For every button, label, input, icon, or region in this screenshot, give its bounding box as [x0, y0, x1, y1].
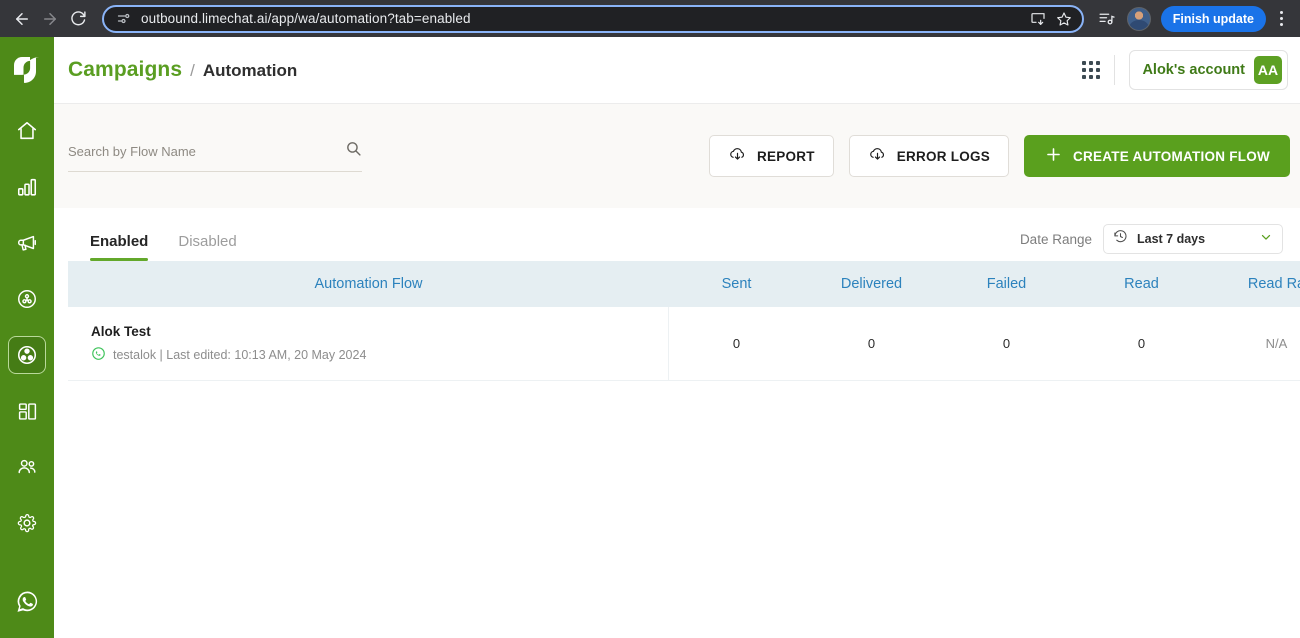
cell-read: 0	[1074, 307, 1209, 380]
sidebar-item-campaigns[interactable]	[8, 224, 46, 262]
cell-read-rate: N/A	[1209, 307, 1300, 380]
browser-actions: Finish update	[1093, 5, 1292, 33]
report-button-label: REPORT	[756, 148, 815, 164]
tab-list: Enabled Disabled	[90, 233, 237, 261]
cell-failed: 0	[939, 307, 1074, 380]
avatar: AA	[1254, 56, 1282, 84]
card-toolbar: Enabled Disabled Date Range Last 7 days	[68, 208, 1300, 261]
media-playlist-icon[interactable]	[1093, 5, 1121, 33]
cloud-download-icon	[868, 145, 887, 167]
layout-dashboard-icon	[17, 401, 38, 422]
page-title: Automation	[202, 61, 298, 80]
header-divider	[1114, 55, 1116, 85]
whatsapp-icon	[15, 589, 40, 614]
home-icon	[16, 120, 38, 142]
finish-update-button[interactable]: Finish update	[1160, 5, 1266, 32]
automation-card: Enabled Disabled Date Range Last 7 days	[68, 208, 1300, 638]
journey-circle-icon	[16, 288, 38, 310]
toolbar-actions: REPORT ERROR LOGS CREATE AUTOMATION FLOW	[708, 135, 1290, 177]
create-automation-flow-label: CREATE AUTOMATION FLOW	[1073, 148, 1270, 164]
date-range-control: Date Range Last 7 days	[1020, 224, 1283, 254]
sidebar-item-audience[interactable]	[8, 448, 46, 486]
flow-name-cell[interactable]: Alok Test testalok | Last edited: 10:13 …	[68, 307, 669, 380]
sidebar	[0, 37, 54, 638]
sidebar-item-whatsapp[interactable]	[8, 582, 46, 620]
bar-chart-icon	[16, 176, 38, 198]
sidebar-item-home[interactable]	[8, 112, 46, 150]
tab-enabled[interactable]: Enabled	[90, 233, 149, 261]
column-header-read-rate[interactable]: Read Ra	[1209, 276, 1300, 292]
sidebar-item-analytics[interactable]	[8, 168, 46, 206]
sent-value: 0	[732, 336, 741, 351]
read-rate-value: N/A	[1265, 336, 1288, 351]
cloud-download-icon	[728, 145, 747, 167]
search-field-wrapper[interactable]	[68, 140, 362, 172]
sidebar-item-templates[interactable]	[8, 392, 46, 430]
toolbar: REPORT ERROR LOGS CREATE AUTOMATION FLOW	[54, 104, 1300, 208]
install-app-icon[interactable]	[1030, 11, 1046, 27]
plus-icon	[1044, 145, 1063, 167]
flow-name: Alok Test	[91, 323, 151, 339]
browser-profile-avatar[interactable]	[1126, 6, 1151, 31]
column-header-automation-flow[interactable]: Automation Flow	[68, 276, 669, 292]
address-bar[interactable]: outbound.limechat.ai/app/wa/automation?t…	[102, 4, 1084, 33]
browser-toolbar: outbound.limechat.ai/app/wa/automation?t…	[0, 0, 1300, 37]
breadcrumb: Campaigns / Automation	[68, 58, 297, 82]
create-automation-flow-button[interactable]: CREATE AUTOMATION FLOW	[1024, 135, 1290, 177]
sidebar-item-automation[interactable]	[8, 336, 46, 374]
history-clock-icon	[1113, 229, 1128, 249]
megaphone-icon	[16, 232, 38, 254]
table-header-row: Automation Flow Sent Delivered Failed Re…	[68, 261, 1300, 307]
application-root: Campaigns / Automation Alok's account AA	[0, 37, 1300, 638]
browser-reload-button[interactable]	[64, 5, 92, 33]
browser-menu-icon[interactable]	[1270, 11, 1292, 26]
delivered-value: 0	[867, 336, 876, 351]
flow-meta: testalok | Last edited: 10:13 AM, 20 May…	[91, 346, 668, 364]
browser-forward-button[interactable]	[36, 5, 64, 33]
site-settings-icon[interactable]	[116, 11, 131, 26]
error-logs-button[interactable]: ERROR LOGS	[848, 135, 1010, 177]
bookmark-star-icon[interactable]	[1056, 11, 1072, 27]
address-bar-url: outbound.limechat.ai/app/wa/automation?t…	[141, 11, 471, 26]
automation-table: Automation Flow Sent Delivered Failed Re…	[68, 261, 1300, 381]
limechat-leaf-logo[interactable]	[10, 53, 44, 92]
breadcrumb-campaigns-link[interactable]: Campaigns	[68, 58, 182, 82]
automation-nodes-icon	[16, 344, 38, 366]
date-range-label: Date Range	[1019, 231, 1092, 247]
account-switcher-button[interactable]: Alok's account AA	[1129, 50, 1288, 90]
sidebar-item-journeys[interactable]	[8, 280, 46, 318]
error-logs-button-label: ERROR LOGS	[896, 148, 991, 164]
flow-meta-text: testalok | Last edited: 10:13 AM, 20 May…	[113, 347, 367, 362]
search-icon[interactable]	[345, 140, 362, 162]
column-header-read[interactable]: Read	[1074, 276, 1209, 292]
read-value: 0	[1137, 336, 1146, 351]
search-input[interactable]	[68, 143, 345, 159]
cell-delivered: 0	[804, 307, 939, 380]
apps-grid-icon[interactable]	[1082, 61, 1101, 79]
page-header: Campaigns / Automation Alok's account AA	[54, 37, 1300, 104]
date-range-value: Last 7 days	[1137, 232, 1206, 246]
table-row[interactable]: Alok Test testalok | Last edited: 10:13 …	[68, 307, 1300, 381]
failed-value: 0	[1002, 336, 1011, 351]
breadcrumb-separator: /	[190, 61, 195, 80]
sidebar-item-settings[interactable]	[8, 504, 46, 542]
column-header-delivered[interactable]: Delivered	[804, 276, 939, 292]
report-button[interactable]: REPORT	[708, 135, 834, 177]
column-header-failed[interactable]: Failed	[939, 276, 1074, 292]
date-range-select[interactable]: Last 7 days	[1103, 224, 1283, 254]
users-icon	[16, 456, 38, 478]
browser-back-button[interactable]	[8, 5, 36, 33]
gear-icon	[16, 512, 38, 534]
whatsapp-icon	[91, 346, 106, 364]
cell-sent: 0	[669, 307, 804, 380]
chevron-down-icon[interactable]	[1259, 230, 1273, 249]
tab-disabled[interactable]: Disabled	[178, 233, 236, 261]
column-header-sent[interactable]: Sent	[669, 276, 804, 292]
account-name-label: Alok's account	[1142, 62, 1245, 78]
header-actions: Alok's account AA	[1082, 50, 1288, 90]
